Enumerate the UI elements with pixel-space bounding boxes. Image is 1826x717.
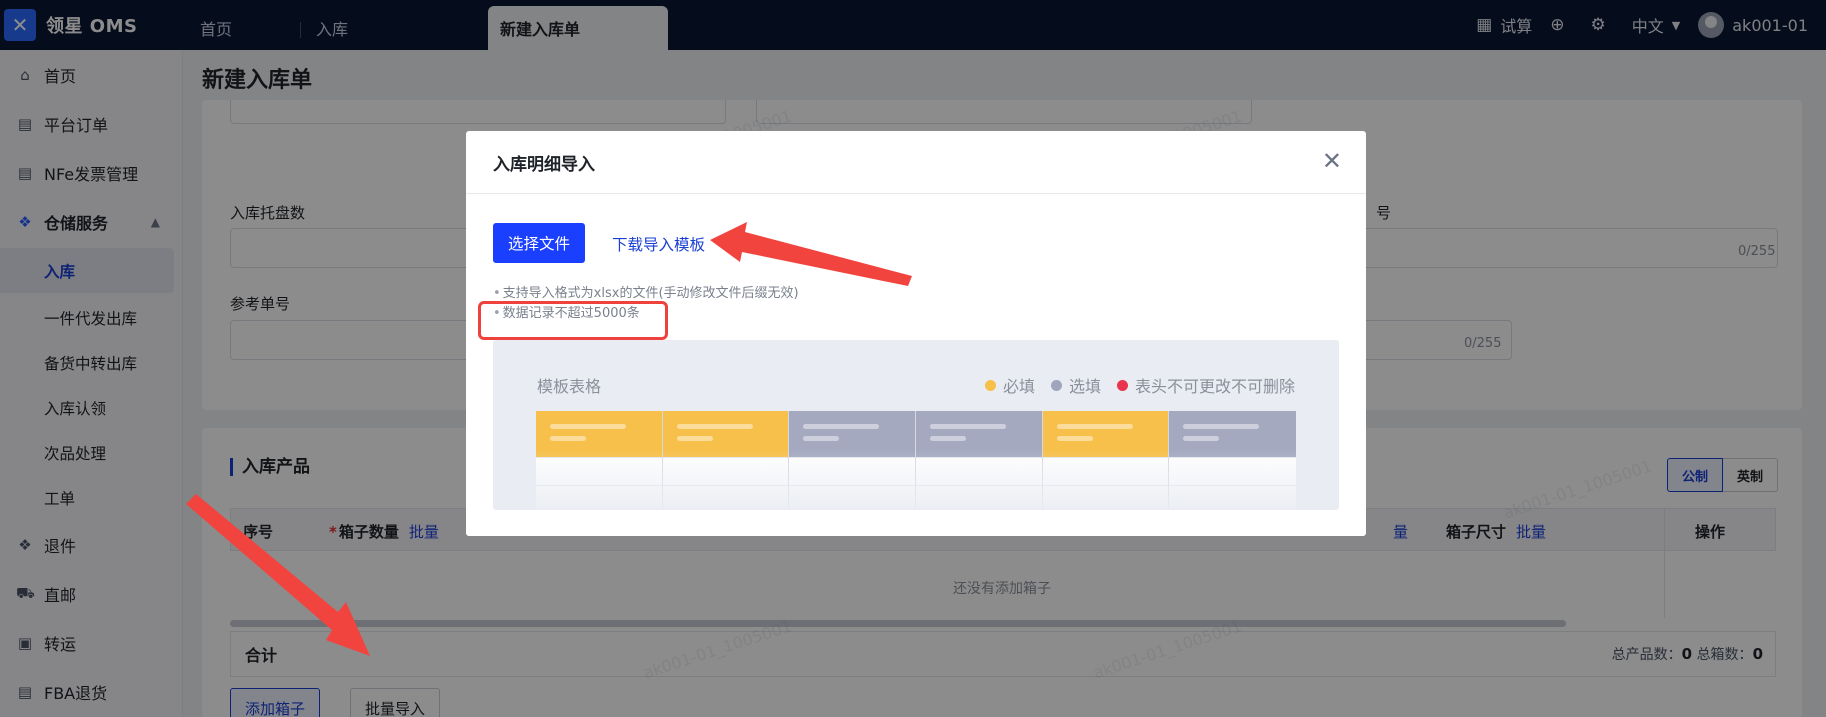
- legend-locked-header: 表头不可更改不可删除: [1116, 373, 1295, 397]
- annotation-highlight-box: [478, 301, 668, 340]
- download-template-link[interactable]: 下载导入模板: [612, 233, 705, 255]
- modal-header: 入库明细导入 ✕: [466, 131, 1366, 194]
- locked-dot-icon: [1116, 379, 1128, 391]
- preview-fade: [493, 450, 1339, 510]
- legend-optional: 选填: [1050, 373, 1101, 397]
- modal-title: 入库明细导入: [493, 154, 595, 175]
- legend-label: 表头不可更改不可删除: [1134, 377, 1295, 396]
- legend: 必填 选填 表头不可更改不可删除: [969, 373, 1295, 397]
- legend-required: 必填: [984, 373, 1035, 397]
- optional-dot-icon: [1050, 379, 1062, 391]
- legend-label: 选填: [1068, 377, 1101, 396]
- template-preview: 模板表格 必填 选填 表头不可更改不可删除: [493, 340, 1339, 510]
- hint-format: 支持导入格式为xlsx的文件(手动修改文件后缀无效): [493, 282, 799, 301]
- required-dot-icon: [984, 379, 996, 391]
- legend-label: 必填: [1002, 377, 1035, 396]
- preview-title: 模板表格: [537, 377, 602, 396]
- choose-file-button[interactable]: 选择文件: [493, 223, 586, 263]
- close-icon[interactable]: ✕: [1322, 149, 1342, 173]
